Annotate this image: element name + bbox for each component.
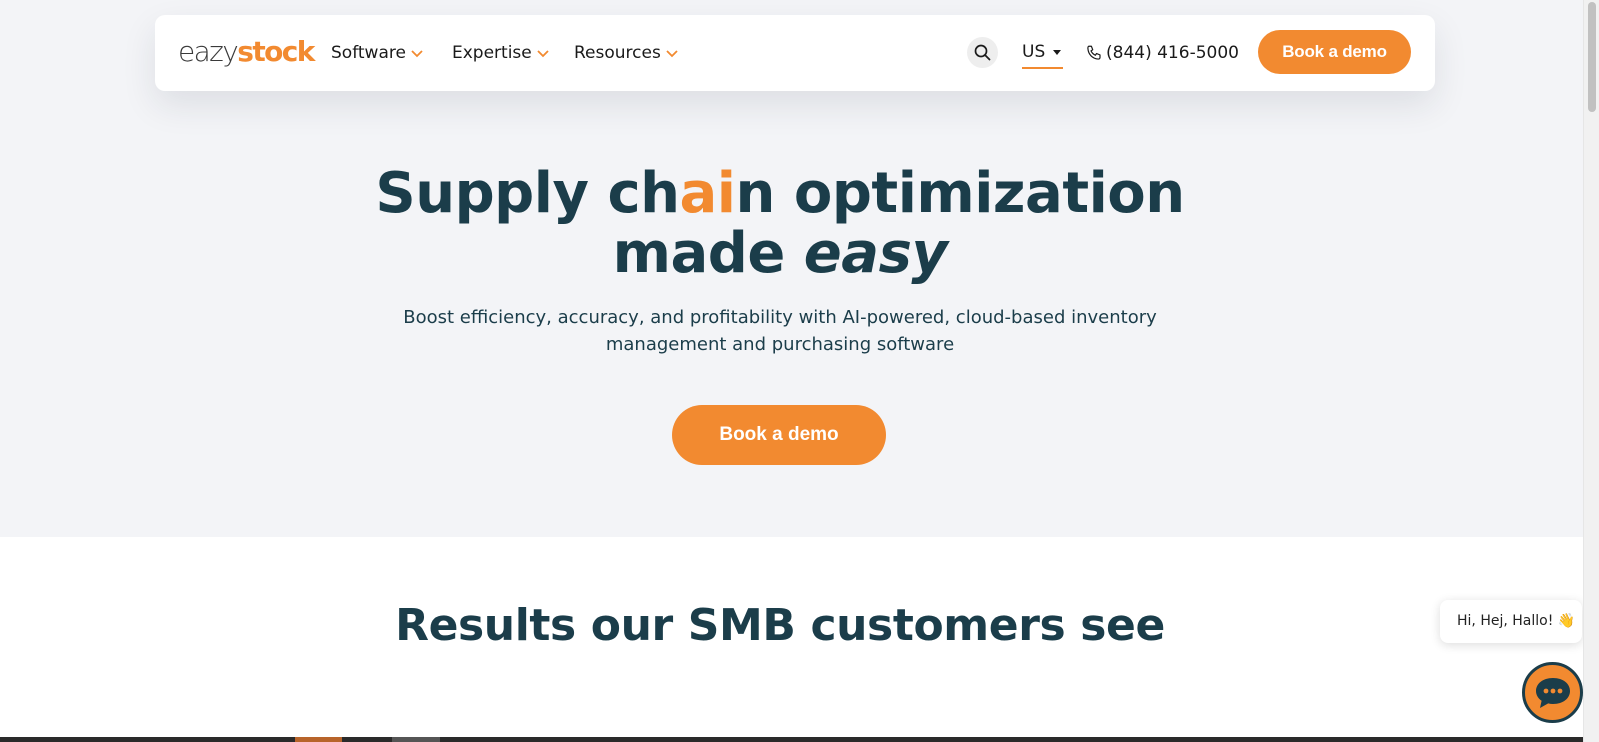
scrollbar-thumb[interactable] [1588, 2, 1596, 112]
logo-light-text: eazy [178, 35, 239, 68]
nav-item-label: Software [331, 43, 406, 63]
chevron-down-icon [537, 50, 549, 58]
book-demo-nav-button[interactable]: Book a demo [1258, 30, 1411, 74]
region-label: US [1022, 42, 1046, 62]
strip-accent-orange [295, 737, 342, 742]
hero-title-line2: made [612, 221, 804, 286]
phone-link[interactable]: (844) 416-5000 [1085, 41, 1239, 65]
search-icon [974, 44, 991, 61]
region-selector[interactable]: US [1022, 40, 1064, 69]
chat-launcher-button[interactable] [1522, 662, 1583, 723]
chat-greeting-text: Hi, Hej, Hallo! 👋 [1457, 613, 1576, 629]
chevron-down-icon [666, 50, 678, 58]
hero-subtitle: Boost efficiency, accuracy, and profitab… [403, 307, 1157, 355]
nav-item-label: Expertise [452, 43, 532, 63]
page-scrollbar[interactable] [1583, 0, 1599, 742]
hero-title-accent: ai [679, 161, 736, 226]
eazystock-logo[interactable]: eazystock [178, 34, 315, 70]
main-navbar: eazystock Software Expertise Resources U… [155, 15, 1435, 91]
results-section-title: Results our SMB customers see [395, 600, 1165, 651]
nav-item-expertise[interactable]: Expertise [452, 41, 550, 65]
chevron-down-icon [411, 50, 423, 58]
nav-item-label: Resources [574, 43, 661, 63]
phone-number: (844) 416-5000 [1106, 43, 1239, 63]
logo-bold-text: stock [237, 35, 315, 68]
nav-item-resources[interactable]: Resources [574, 41, 679, 65]
phone-icon [1087, 45, 1101, 60]
search-button[interactable] [967, 37, 998, 68]
strip-accent-gray [392, 737, 440, 742]
hero-title-part2: n optimization [735, 161, 1186, 226]
hero-title: Supply chain optimization made easy [300, 164, 1260, 284]
caret-down-icon [1053, 50, 1062, 55]
chat-icon [1535, 677, 1570, 708]
book-demo-hero-button[interactable]: Book a demo [672, 405, 886, 465]
hero-title-italic: easy [803, 221, 948, 286]
chat-greeting-bubble[interactable]: Hi, Hej, Hallo! 👋 [1440, 600, 1582, 643]
next-section-edge [0, 737, 1583, 742]
nav-item-software[interactable]: Software [331, 41, 424, 65]
hero-title-part1: Supply ch [375, 161, 680, 226]
